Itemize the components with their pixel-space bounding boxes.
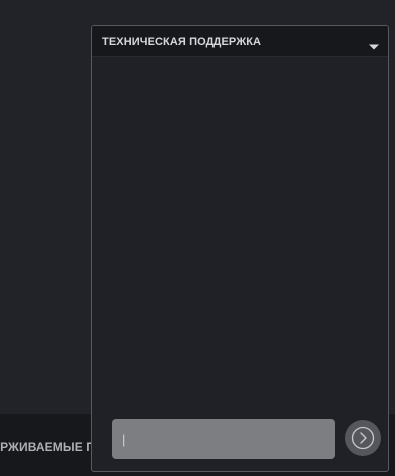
send-button[interactable] bbox=[345, 420, 381, 456]
support-chat-panel: ТЕХНИЧЕСКАЯ ПОДДЕРЖКА bbox=[91, 25, 389, 472]
supported-items-label[interactable]: ЕРЖИВАЕМЫЕ П bbox=[0, 440, 95, 454]
chevron-down-icon[interactable] bbox=[368, 38, 380, 50]
chat-header[interactable]: ТЕХНИЧЕСКАЯ ПОДДЕРЖКА bbox=[92, 26, 388, 57]
circle-arrow-right-icon bbox=[351, 426, 375, 450]
chat-messages-area bbox=[92, 57, 388, 412]
message-input[interactable] bbox=[112, 419, 335, 459]
chat-title: ТЕХНИЧЕСКАЯ ПОДДЕРЖКА bbox=[102, 36, 262, 48]
